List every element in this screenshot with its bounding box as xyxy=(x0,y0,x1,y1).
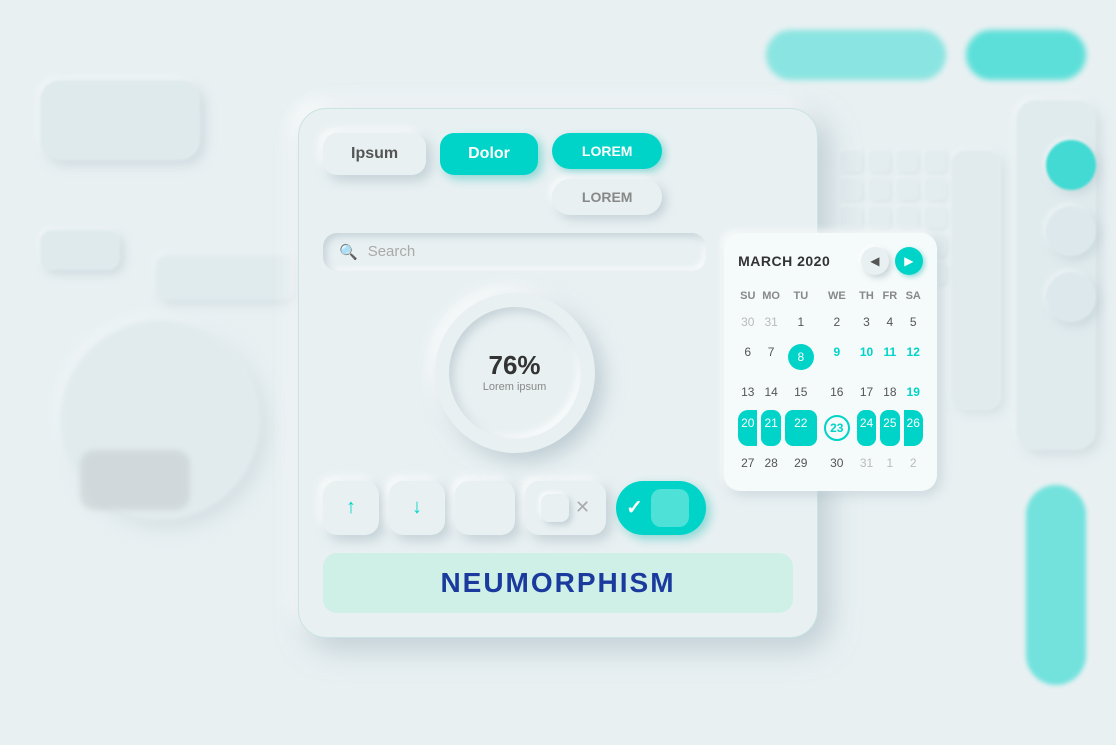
down-arrow-icon: ↓ xyxy=(412,496,422,519)
calendar-title: MARCH 2020 xyxy=(738,253,830,269)
cal-header-su: SU xyxy=(738,287,757,305)
cal-day[interactable]: 5 xyxy=(904,309,923,336)
cal-day[interactable]: 7 xyxy=(761,339,780,375)
cal-day[interactable]: 2 xyxy=(821,309,853,336)
cal-day[interactable]: 21 xyxy=(761,410,780,446)
close-left-sq xyxy=(541,494,569,522)
cal-day[interactable]: 30 xyxy=(738,309,757,336)
cal-day[interactable]: 18 xyxy=(880,379,899,406)
cal-day[interactable]: 31 xyxy=(857,450,876,477)
progress-area: 76% Lorem ipsum xyxy=(323,293,706,453)
cal-day[interactable]: 22 xyxy=(785,410,817,446)
square-button[interactable] xyxy=(455,481,515,535)
cal-header-tu: TU xyxy=(785,287,817,305)
search-bar[interactable]: 🔍 Search xyxy=(323,233,706,271)
cal-day[interactable]: 15 xyxy=(785,379,817,406)
calendar-grid: SU MO TU WE TH FR SA 30 31 1 2 3 4 5 xyxy=(738,287,923,477)
bg-decor-bottom-teal xyxy=(1026,485,1086,685)
lorem-buttons: LOREM LOREM xyxy=(552,133,663,215)
cal-day[interactable]: 13 xyxy=(738,379,757,406)
content-row: 🔍 Search 76% Lorem ipsum xyxy=(323,233,793,535)
calendar-prev-button[interactable]: ◀ xyxy=(861,247,889,275)
check-icon: ✓ xyxy=(626,495,643,520)
cal-day[interactable]: 25 xyxy=(880,410,899,446)
dolor-button[interactable]: Dolor xyxy=(440,133,538,175)
down-arrow-button[interactable]: ↓ xyxy=(389,481,445,535)
up-arrow-icon: ↑ xyxy=(346,496,356,519)
bg-decor-left-top xyxy=(40,80,200,160)
bg-decor-right-top2 xyxy=(766,30,946,80)
cal-day[interactable]: 20 xyxy=(738,410,757,446)
search-placeholder: Search xyxy=(368,243,416,260)
cal-day[interactable]: 24 xyxy=(857,410,876,446)
cal-day[interactable]: 23 xyxy=(821,410,853,446)
next-icon: ▶ xyxy=(904,254,913,268)
bg-decor-percent-blur xyxy=(80,450,190,510)
calendar-next-button[interactable]: ▶ xyxy=(895,247,923,275)
progress-label: Lorem ipsum xyxy=(483,381,547,393)
circle-inner: 76% Lorem ipsum xyxy=(449,307,581,439)
cal-day[interactable]: 27 xyxy=(738,450,757,477)
cal-day[interactable]: 17 xyxy=(857,379,876,406)
cal-day[interactable]: 1 xyxy=(880,450,899,477)
right-column: MARCH 2020 ◀ ▶ SU MO TU WE xyxy=(724,233,937,535)
cal-day[interactable]: 30 xyxy=(821,450,853,477)
bottom-actions: ↑ ↓ ✕ ✓ xyxy=(323,481,706,535)
close-x-icon: ✕ xyxy=(575,497,590,518)
bg-right-circle-2 xyxy=(1046,206,1096,256)
cal-day[interactable]: 9 xyxy=(821,339,853,375)
top-buttons: Ipsum Dolor xyxy=(323,133,538,175)
close-button[interactable]: ✕ xyxy=(525,481,606,535)
calendar: MARCH 2020 ◀ ▶ SU MO TU WE xyxy=(724,233,937,491)
cal-header-fr: FR xyxy=(880,287,899,305)
cal-day[interactable]: 3 xyxy=(857,309,876,336)
cal-header-mo: MO xyxy=(761,287,780,305)
title-banner: NEUMORPHISM xyxy=(323,553,793,613)
cal-header-we: WE xyxy=(821,287,853,305)
progress-percent: 76% xyxy=(489,352,541,378)
cal-day[interactable]: 14 xyxy=(761,379,780,406)
cal-day[interactable]: 4 xyxy=(880,309,899,336)
toggle-button[interactable]: ✓ xyxy=(616,481,706,535)
lorem-outline-button[interactable]: LOREM xyxy=(552,179,663,215)
cal-day[interactable]: 26 xyxy=(904,410,923,446)
prev-icon: ◀ xyxy=(870,254,879,268)
cal-day[interactable]: 29 xyxy=(785,450,817,477)
bg-right-circle-1 xyxy=(1046,140,1096,190)
bg-decor-left-mid xyxy=(40,230,120,270)
ipsum-button[interactable]: Ipsum xyxy=(323,133,426,175)
main-card: Ipsum Dolor LOREM LOREM 🔍 Search xyxy=(298,108,818,638)
cal-header-th: TH xyxy=(857,287,876,305)
cal-day[interactable]: 10 xyxy=(857,339,876,375)
cal-day[interactable]: 28 xyxy=(761,450,780,477)
cal-day[interactable]: 8 xyxy=(785,339,817,375)
bg-decor-right-panel2 xyxy=(951,150,1001,410)
left-column: 🔍 Search 76% Lorem ipsum xyxy=(323,233,706,535)
up-arrow-button[interactable]: ↑ xyxy=(323,481,379,535)
cal-day[interactable]: 11 xyxy=(880,339,899,375)
search-icon: 🔍 xyxy=(339,243,358,261)
cal-day[interactable]: 1 xyxy=(785,309,817,336)
cal-day[interactable]: 19 xyxy=(904,379,923,406)
cal-day[interactable]: 2 xyxy=(904,450,923,477)
cal-day[interactable]: 16 xyxy=(821,379,853,406)
calendar-header: MARCH 2020 ◀ ▶ xyxy=(738,247,923,275)
progress-circle-container: 76% Lorem ipsum xyxy=(435,293,595,453)
calendar-nav: ◀ ▶ xyxy=(861,247,923,275)
cal-day[interactable]: 31 xyxy=(761,309,780,336)
bg-decor-right-top1 xyxy=(966,30,1086,80)
toggle-knob xyxy=(651,489,689,527)
lorem-teal-button[interactable]: LOREM xyxy=(552,133,663,169)
title-text: NEUMORPHISM xyxy=(440,567,675,598)
bg-right-circle-3 xyxy=(1046,272,1096,322)
bg-decor-search-blur xyxy=(155,255,295,300)
cal-day[interactable]: 12 xyxy=(904,339,923,375)
bg-decor-right-circles xyxy=(1046,140,1096,322)
cal-day[interactable]: 6 xyxy=(738,339,757,375)
cal-header-sa: SA xyxy=(904,287,923,305)
